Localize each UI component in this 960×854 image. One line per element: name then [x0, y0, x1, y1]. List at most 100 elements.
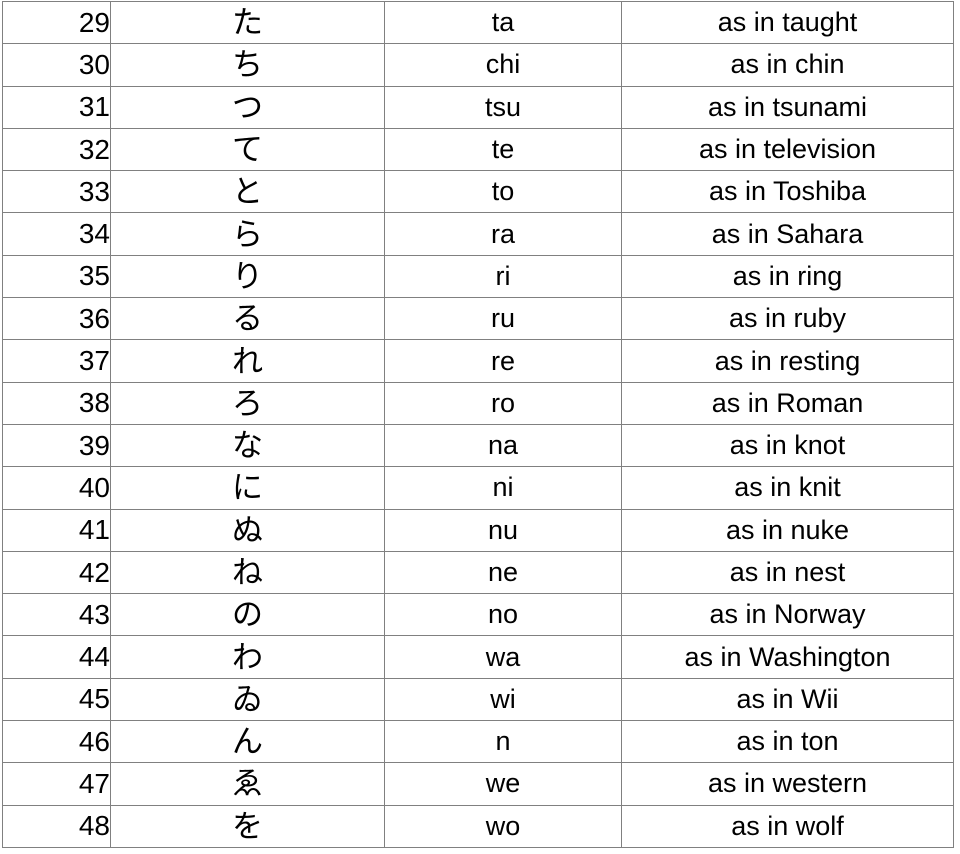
kana-character-cell: ち	[110, 43, 385, 87]
pronunciation-example-cell: as in wolf	[621, 804, 954, 848]
romaji-cell: na	[384, 423, 622, 468]
romaji-cell: ru	[384, 297, 622, 341]
romaji-cell: wa	[384, 635, 622, 679]
row-number-cell: 37	[2, 339, 111, 383]
pronunciation-example-cell: as in knot	[621, 423, 954, 468]
romaji-cell: ro	[384, 381, 622, 425]
row-number-cell: 30	[2, 43, 111, 87]
romaji-cell: nu	[384, 508, 622, 552]
romaji-cell: tsu	[384, 85, 622, 129]
row-number-cell: 46	[2, 720, 111, 764]
row-number-cell: 36	[2, 297, 111, 341]
kana-character-cell: の	[110, 593, 385, 637]
table-row: 46 ん n as in ton	[2, 720, 954, 764]
kana-character-cell: り	[110, 254, 385, 299]
table-row: 45 ゐ wi as in Wii	[2, 677, 954, 722]
row-number-cell: 38	[2, 381, 111, 425]
row-number-cell: 43	[2, 593, 111, 637]
table-row: 38 ろ ro as in Roman	[2, 381, 954, 425]
row-number-cell: 31	[2, 85, 111, 129]
romaji-cell: ra	[384, 212, 622, 256]
kana-character-cell: ゑ	[110, 762, 385, 806]
table-row: 35 り ri as in ring	[2, 254, 954, 299]
kana-character-cell: ゐ	[110, 677, 385, 722]
pronunciation-example-cell: as in Roman	[621, 381, 954, 425]
pronunciation-example-cell: as in tsunami	[621, 85, 954, 129]
row-number-cell: 44	[2, 635, 111, 679]
pronunciation-example-cell: as in ruby	[621, 297, 954, 341]
table-row: 41 ぬ nu as in nuke	[2, 508, 954, 552]
kana-character-cell: ら	[110, 212, 385, 256]
kana-character-cell: て	[110, 127, 385, 172]
row-number-cell: 39	[2, 423, 111, 468]
table-row: 36 る ru as in ruby	[2, 297, 954, 341]
romaji-cell: ni	[384, 466, 622, 510]
row-number-cell: 45	[2, 677, 111, 722]
table-row: 47 ゑ we as in western	[2, 762, 954, 806]
table-row: 40 に ni as in knit	[2, 466, 954, 510]
pronunciation-example-cell: as in Sahara	[621, 212, 954, 256]
romaji-cell: ne	[384, 550, 622, 595]
pronunciation-example-cell: as in Wii	[621, 677, 954, 722]
kana-character-cell: わ	[110, 635, 385, 679]
table-row: 34 ら ra as in Sahara	[2, 212, 954, 256]
pronunciation-example-cell: as in television	[621, 127, 954, 172]
table-row: 37 れ re as in resting	[2, 339, 954, 383]
table-row: 31 つ tsu as in tsunami	[2, 85, 954, 129]
pronunciation-example-cell: as in resting	[621, 339, 954, 383]
romaji-cell: n	[384, 720, 622, 764]
romaji-cell: no	[384, 593, 622, 637]
kana-character-cell: る	[110, 297, 385, 341]
romaji-cell: re	[384, 339, 622, 383]
row-number-cell: 29	[2, 0, 111, 45]
romaji-cell: wo	[384, 804, 622, 848]
table-row: 44 わ wa as in Washington	[2, 635, 954, 679]
kana-character-cell: に	[110, 466, 385, 510]
table-row: 42 ね ne as in nest	[2, 550, 954, 595]
table-row: 29 た ta as in taught	[2, 0, 954, 45]
romaji-cell: we	[384, 762, 622, 806]
kana-character-cell: な	[110, 423, 385, 468]
kana-character-cell: た	[110, 0, 385, 45]
row-number-cell: 40	[2, 466, 111, 510]
pronunciation-example-cell: as in chin	[621, 43, 954, 87]
romaji-cell: ta	[384, 0, 622, 45]
pronunciation-example-cell: as in Washington	[621, 635, 954, 679]
row-number-cell: 35	[2, 254, 111, 299]
pronunciation-example-cell: as in ton	[621, 720, 954, 764]
table-row: 39 な na as in knot	[2, 423, 954, 468]
kana-character-cell: ぬ	[110, 508, 385, 552]
row-number-cell: 33	[2, 170, 111, 214]
pronunciation-example-cell: as in western	[621, 762, 954, 806]
table-row: 30 ち chi as in chin	[2, 43, 954, 87]
table-row: 32 て te as in television	[2, 127, 954, 172]
romaji-cell: to	[384, 170, 622, 214]
pronunciation-example-cell: as in Norway	[621, 593, 954, 637]
row-number-cell: 47	[2, 762, 111, 806]
pronunciation-example-cell: as in knit	[621, 466, 954, 510]
pronunciation-example-cell: as in Toshiba	[621, 170, 954, 214]
kana-character-cell: れ	[110, 339, 385, 383]
kana-character-cell: と	[110, 170, 385, 214]
pronunciation-example-cell: as in nuke	[621, 508, 954, 552]
pronunciation-example-cell: as in taught	[621, 0, 954, 45]
row-number-cell: 48	[2, 804, 111, 848]
pronunciation-example-cell: as in nest	[621, 550, 954, 595]
kana-character-cell: ろ	[110, 381, 385, 425]
hiragana-pronunciation-table: 29 た ta as in taught 30 ち chi as in chin 31 つ tsu a…	[2, 0, 954, 848]
kana-character-cell: ん	[110, 720, 385, 764]
romaji-cell: ri	[384, 254, 622, 299]
kana-character-cell: つ	[110, 85, 385, 129]
table-body: 29 た ta as in taught 30 ち chi as in chin 31 つ tsu a…	[2, 0, 954, 848]
kana-character-cell: を	[110, 804, 385, 848]
kana-character-cell: ね	[110, 550, 385, 595]
romaji-cell: chi	[384, 43, 622, 87]
table-row: 33 と to as in Toshiba	[2, 170, 954, 214]
romaji-cell: te	[384, 127, 622, 172]
row-number-cell: 41	[2, 508, 111, 552]
row-number-cell: 32	[2, 127, 111, 172]
table-row: 48 を wo as in wolf	[2, 804, 954, 848]
table-row: 43 の no as in Norway	[2, 593, 954, 637]
pronunciation-example-cell: as in ring	[621, 254, 954, 299]
row-number-cell: 42	[2, 550, 111, 595]
